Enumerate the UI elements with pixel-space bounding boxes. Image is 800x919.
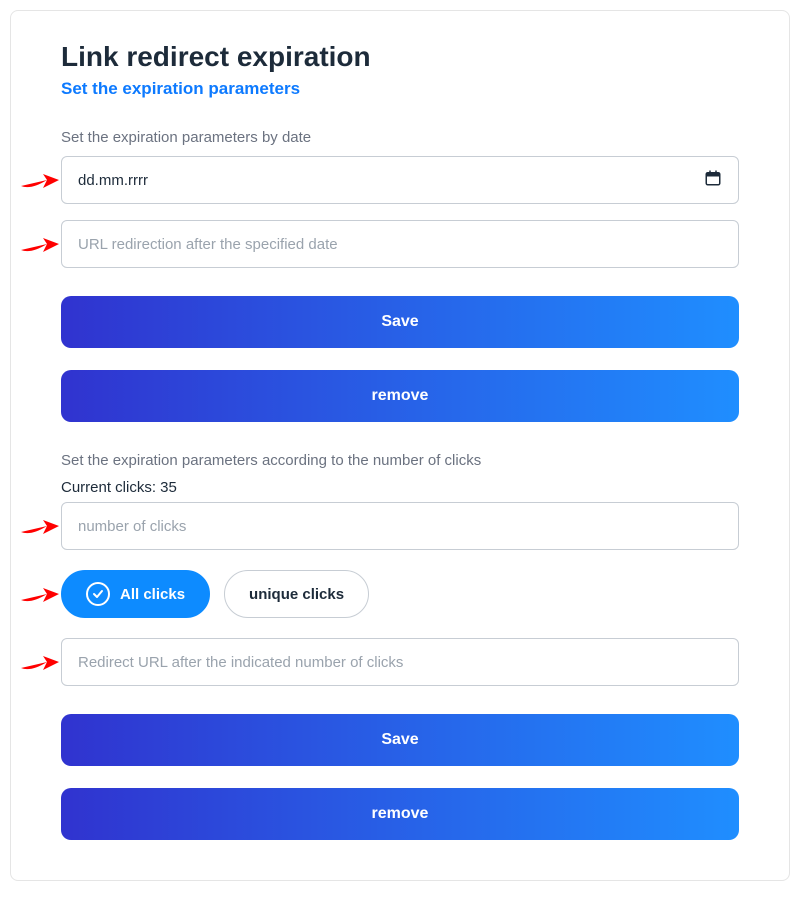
expiration-date-input[interactable]: dd.mm.rrrr <box>61 156 739 204</box>
annotation-arrow-icon <box>19 582 59 606</box>
all-clicks-label: All clicks <box>120 586 185 603</box>
annotation-arrow-icon <box>19 514 59 538</box>
number-of-clicks-input[interactable] <box>61 502 739 550</box>
annotation-arrow-icon <box>19 232 59 256</box>
all-clicks-option[interactable]: All clicks <box>61 570 210 618</box>
remove-clicks-button[interactable]: remove <box>61 788 739 840</box>
clicks-redirect-url-input[interactable] <box>61 638 739 686</box>
remove-date-button[interactable]: remove <box>61 370 739 422</box>
current-clicks-label: Current clicks: 35 <box>61 479 739 496</box>
click-type-toggle: All clicks unique clicks <box>61 570 739 618</box>
annotation-arrow-icon <box>19 168 59 192</box>
check-circle-icon <box>86 582 110 606</box>
page-subtitle: Set the expiration parameters <box>61 79 739 99</box>
date-section-label: Set the expiration parameters by date <box>61 129 739 146</box>
save-date-button[interactable]: Save <box>61 296 739 348</box>
expiration-card: Link redirect expiration Set the expirat… <box>10 10 790 881</box>
annotation-arrow-icon <box>19 650 59 674</box>
clicks-section-label: Set the expiration parameters according … <box>61 452 739 469</box>
date-redirect-url-input[interactable] <box>61 220 739 268</box>
page-title: Link redirect expiration <box>61 41 739 73</box>
unique-clicks-label: unique clicks <box>249 586 344 603</box>
unique-clicks-option[interactable]: unique clicks <box>224 570 369 618</box>
date-placeholder-text: dd.mm.rrrr <box>78 172 148 189</box>
save-clicks-button[interactable]: Save <box>61 714 739 766</box>
calendar-icon[interactable] <box>704 169 722 191</box>
